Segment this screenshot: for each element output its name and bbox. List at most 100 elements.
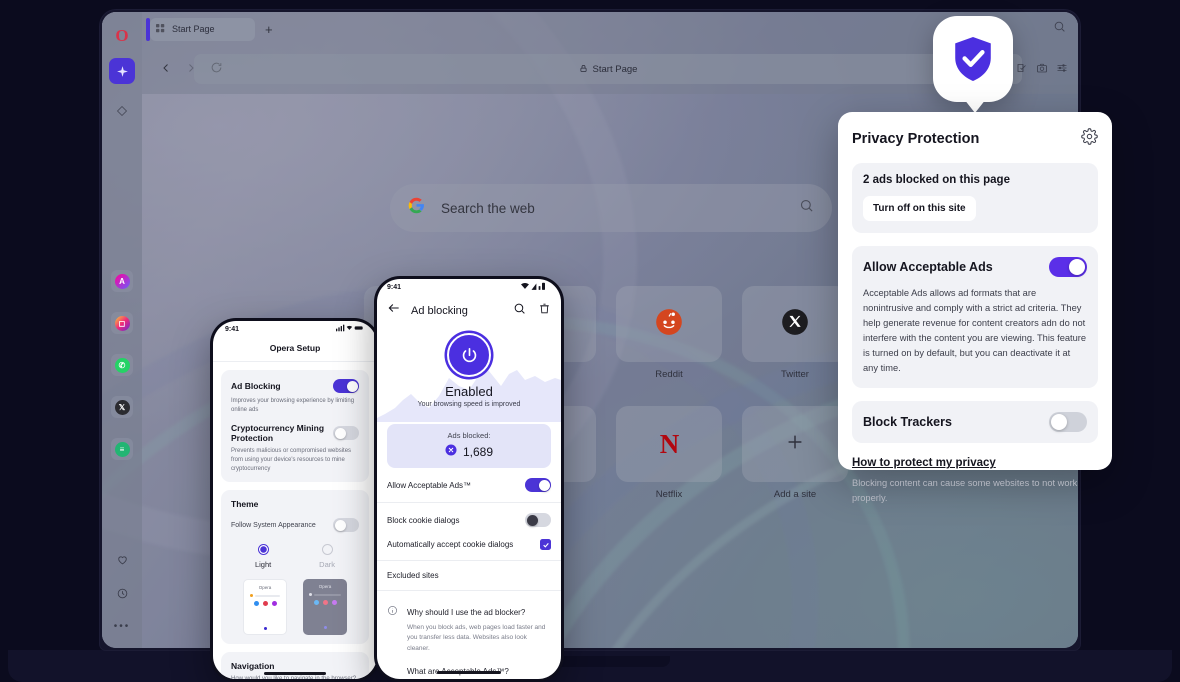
sidebar-pin-twitter[interactable]: 𝕏 <box>111 396 133 418</box>
phone-page-title: Opera Setup <box>213 337 377 362</box>
info-heading: Why should I use the ad blocker? <box>407 608 526 617</box>
phone-mockup-opera-setup: 9:41 Opera Setup Ad Blocking Improves yo <box>210 318 380 682</box>
popup-footnote: Blocking content can cause some websites… <box>852 478 1078 504</box>
browser-sidebar: O A ◻ ✆ 𝕏 ≡ ••• <box>102 12 142 648</box>
lock-icon <box>579 60 588 78</box>
home-indicator <box>264 672 326 675</box>
heart-icon[interactable] <box>116 553 129 571</box>
search-icon[interactable] <box>799 198 814 218</box>
history-icon[interactable] <box>116 587 129 605</box>
row-auto-accept-cookie-dialogs[interactable]: Automatically accept cookie dialogs <box>377 537 561 560</box>
navigation-description: How would you like to navigate in the br… <box>231 675 359 679</box>
back-button[interactable] <box>160 61 172 79</box>
acceptable-ads-toggle[interactable] <box>525 478 551 492</box>
adblock-info-section: Why should I use the ad blocker? When yo… <box>377 591 561 679</box>
status-time: 9:41 <box>387 283 402 291</box>
speed-dial-tile-netflix[interactable]: N Netflix <box>616 406 722 500</box>
speed-dial-tile-add[interactable]: Add a site <box>742 406 848 500</box>
sidebar-bottom-group: ••• <box>102 553 142 632</box>
row-excluded-sites[interactable]: Excluded sites <box>377 561 561 590</box>
phone-mockup-ad-blocking: 9:41 Ad blocking Enabled Your browsing s… <box>374 276 564 682</box>
tab-search-icon[interactable] <box>1053 20 1066 38</box>
tab-title: Start Page <box>172 24 215 34</box>
home-indicator <box>437 671 501 674</box>
theme-preview-light[interactable]: Opera <box>243 579 287 636</box>
how-to-protect-privacy-link[interactable]: How to protect my privacy <box>852 457 1098 469</box>
speed-dial-tile-reddit[interactable]: Reddit <box>616 286 722 380</box>
blocked-summary-card: 2 ads blocked on this page Turn off on t… <box>852 163 1098 233</box>
theme-previews: Opera Opera <box>231 579 359 636</box>
adblock-header: Ad blocking <box>377 295 561 328</box>
toolbar-icons <box>1016 61 1068 79</box>
adblock-subtitle: Your browsing speed is improved <box>417 401 521 408</box>
blocked-count-text: 2 ads blocked on this page <box>863 174 1010 186</box>
turn-off-on-this-site-button[interactable]: Turn off on this site <box>863 196 976 221</box>
ad-blocking-toggle[interactable] <box>333 379 359 393</box>
block-cookie-dialogs-toggle[interactable] <box>525 513 551 527</box>
screenshot-root: Search the web Reddit Twitter N Netflix … <box>0 0 1180 682</box>
ads-blocked-box: Ads blocked: 1,689 <box>387 424 551 468</box>
auto-accept-checkbox[interactable] <box>540 539 551 550</box>
popup-header: Privacy Protection <box>852 128 1098 150</box>
search-icon[interactable] <box>513 302 526 320</box>
adblock-state: Enabled <box>445 384 493 399</box>
back-arrow-icon[interactable] <box>387 301 401 320</box>
ad-blocking-label: Ad Blocking <box>231 381 281 391</box>
phone-status-bar: 9:41 <box>377 279 561 295</box>
sidebar-pin-instagram[interactable]: ◻ <box>111 312 133 334</box>
follow-system-toggle[interactable] <box>333 518 359 533</box>
messenger-icon: ≡ <box>114 441 130 457</box>
theme-options: Light Dark <box>231 544 359 569</box>
easy-setup-icon[interactable] <box>1056 61 1068 79</box>
sidebar-pin-messenger[interactable]: ≡ <box>111 438 133 460</box>
popup-pointer <box>964 99 986 113</box>
sidebar-item-workspace[interactable] <box>109 98 135 124</box>
more-icon[interactable]: ••• <box>114 621 131 632</box>
theme-option-light[interactable]: Light <box>255 544 271 569</box>
block-trackers-card: Block Trackers <box>852 401 1098 444</box>
ads-blocked-label: Ads blocked: <box>447 431 491 440</box>
opera-logo-icon[interactable]: O <box>110 24 134 48</box>
follow-system-label: Follow System Appearance <box>231 521 316 529</box>
plus-icon <box>784 431 806 458</box>
acceptable-ads-card: Allow Acceptable Ads Acceptable Ads allo… <box>852 246 1098 389</box>
trash-icon[interactable] <box>538 302 551 320</box>
crypto-mining-toggle[interactable] <box>333 426 359 441</box>
block-trackers-toggle[interactable] <box>1049 412 1087 433</box>
sidebar-pin-aria[interactable]: A <box>111 270 133 292</box>
phone-status-bar: 9:41 <box>213 321 377 337</box>
twitter-icon <box>781 308 809 341</box>
speed-dial-tile-twitter[interactable]: Twitter <box>742 286 848 380</box>
navigation-heading: Navigation <box>231 661 275 672</box>
sidebar-pin-whatsapp[interactable]: ✆ <box>111 354 133 376</box>
snapshot-icon[interactable] <box>1036 61 1048 79</box>
radio-dark-icon <box>321 544 333 556</box>
notes-icon[interactable] <box>1016 61 1028 79</box>
gear-icon[interactable] <box>1081 128 1098 150</box>
search-placeholder: Search the web <box>441 200 535 216</box>
privacy-protection-popup: Privacy Protection 2 ads blocked on this… <box>838 112 1112 503</box>
row-allow-acceptable-ads[interactable]: Allow Acceptable Ads™ <box>377 468 561 502</box>
privacy-shield-badge[interactable] <box>933 16 1013 102</box>
url-text: Start Page <box>592 63 638 75</box>
theme-option-dark[interactable]: Dark <box>319 544 335 569</box>
ads-blocked-value: 1,689 <box>462 444 494 459</box>
block-icon <box>445 444 457 459</box>
google-icon <box>408 197 425 219</box>
row-block-cookie-dialogs[interactable]: Block cookie dialogs <box>377 503 561 537</box>
setup-card-theme: Theme Follow System Appearance Light Dar… <box>221 490 369 645</box>
power-toggle-button[interactable] <box>447 333 491 377</box>
sidebar-item-aria[interactable] <box>109 58 135 84</box>
url-field[interactable]: Start Page <box>194 54 1022 84</box>
setup-card-navigation: Navigation How would you like to navigat… <box>221 652 369 679</box>
acceptable-ads-toggle[interactable] <box>1049 257 1087 277</box>
new-tab-button[interactable]: + <box>261 23 277 36</box>
block-trackers-label: Block Trackers <box>863 415 952 430</box>
search-input[interactable]: Search the web <box>390 184 832 232</box>
netflix-icon: N <box>659 428 679 459</box>
grid-icon <box>156 20 165 38</box>
row-label: Allow Acceptable Ads™ <box>387 480 472 490</box>
tab-start-page[interactable]: Start Page <box>146 17 255 41</box>
theme-preview-dark[interactable]: Opera <box>303 579 347 636</box>
row-label: Excluded sites <box>387 571 439 580</box>
